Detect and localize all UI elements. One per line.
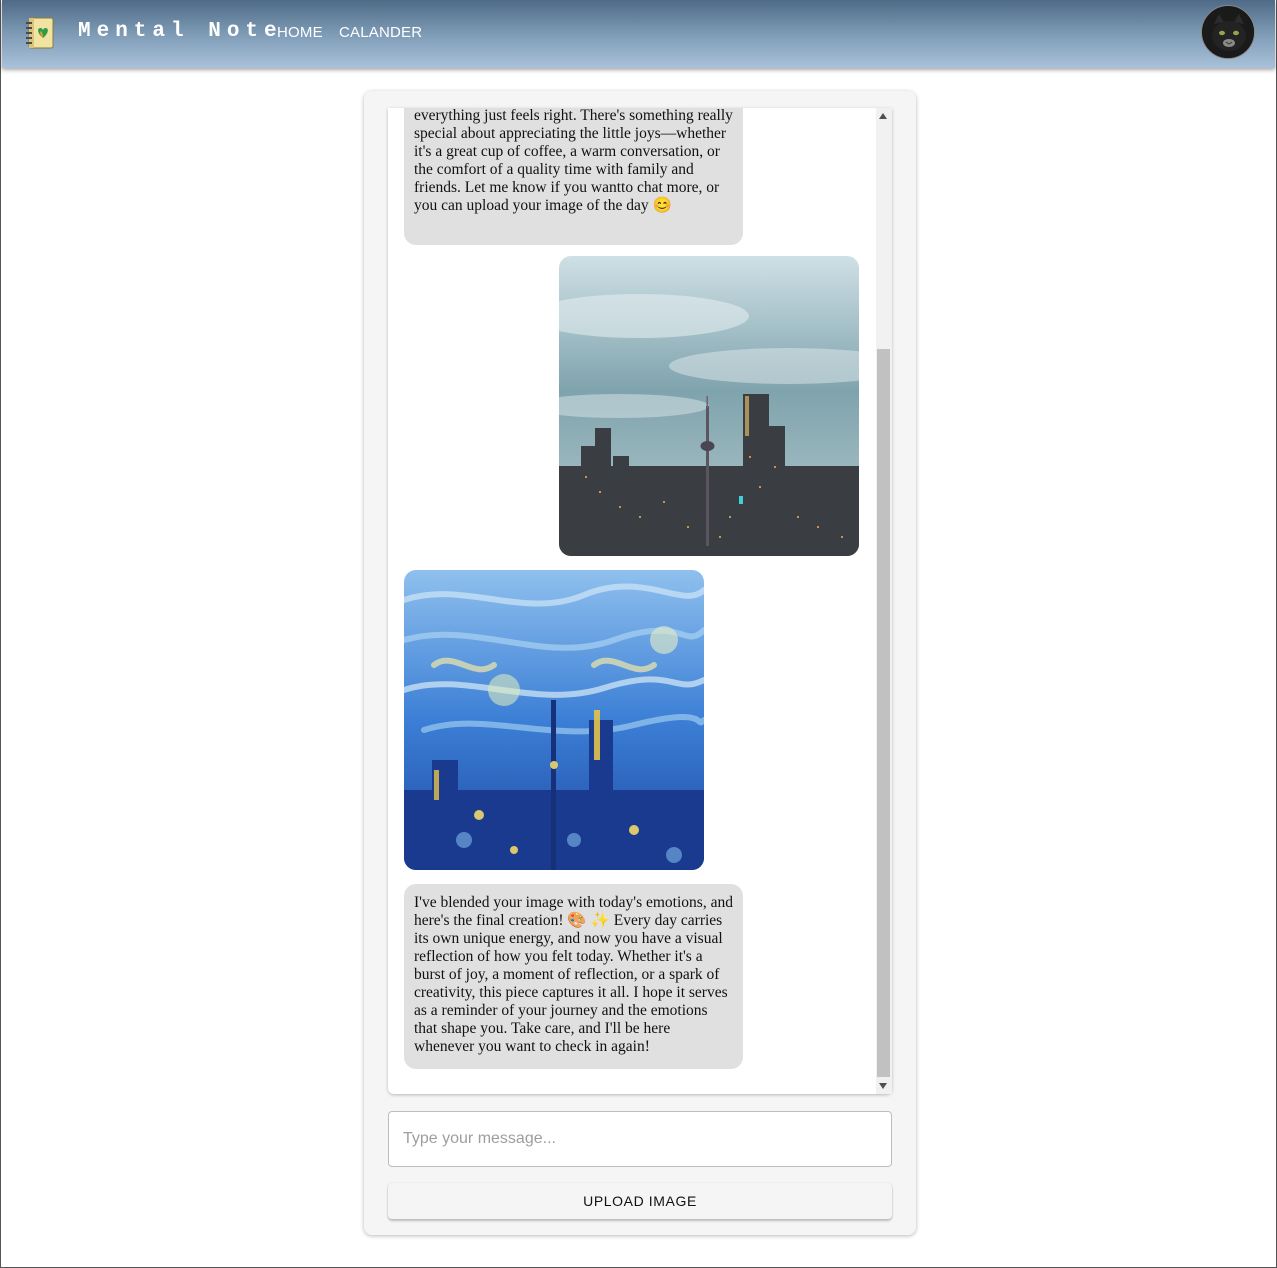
scroll-up-arrow-icon[interactable] [879, 113, 887, 119]
message-input[interactable] [388, 1111, 892, 1167]
upload-image-button[interactable]: UPLOAD IMAGE [388, 1183, 892, 1219]
brand-title: Mental Note [78, 20, 283, 43]
bot-message: everything just feels right. There's som… [404, 108, 743, 245]
avatar[interactable] [1201, 5, 1255, 59]
nav-calander[interactable]: CALANDER [339, 24, 422, 41]
notebook-logo-icon[interactable] [24, 16, 56, 50]
bot-message: I've blended your image with today's emo… [404, 884, 743, 1069]
message-list: everything just feels right. There's som… [388, 108, 876, 1094]
blended-artwork-image[interactable] [404, 570, 704, 870]
scrollbar-thumb[interactable] [877, 349, 890, 1077]
app-bar: Mental Note HOME CALANDER [2, 0, 1275, 68]
uploaded-city-photo[interactable] [559, 256, 859, 556]
scroll-down-arrow-icon[interactable] [879, 1083, 887, 1089]
nav-home[interactable]: HOME [277, 24, 323, 41]
